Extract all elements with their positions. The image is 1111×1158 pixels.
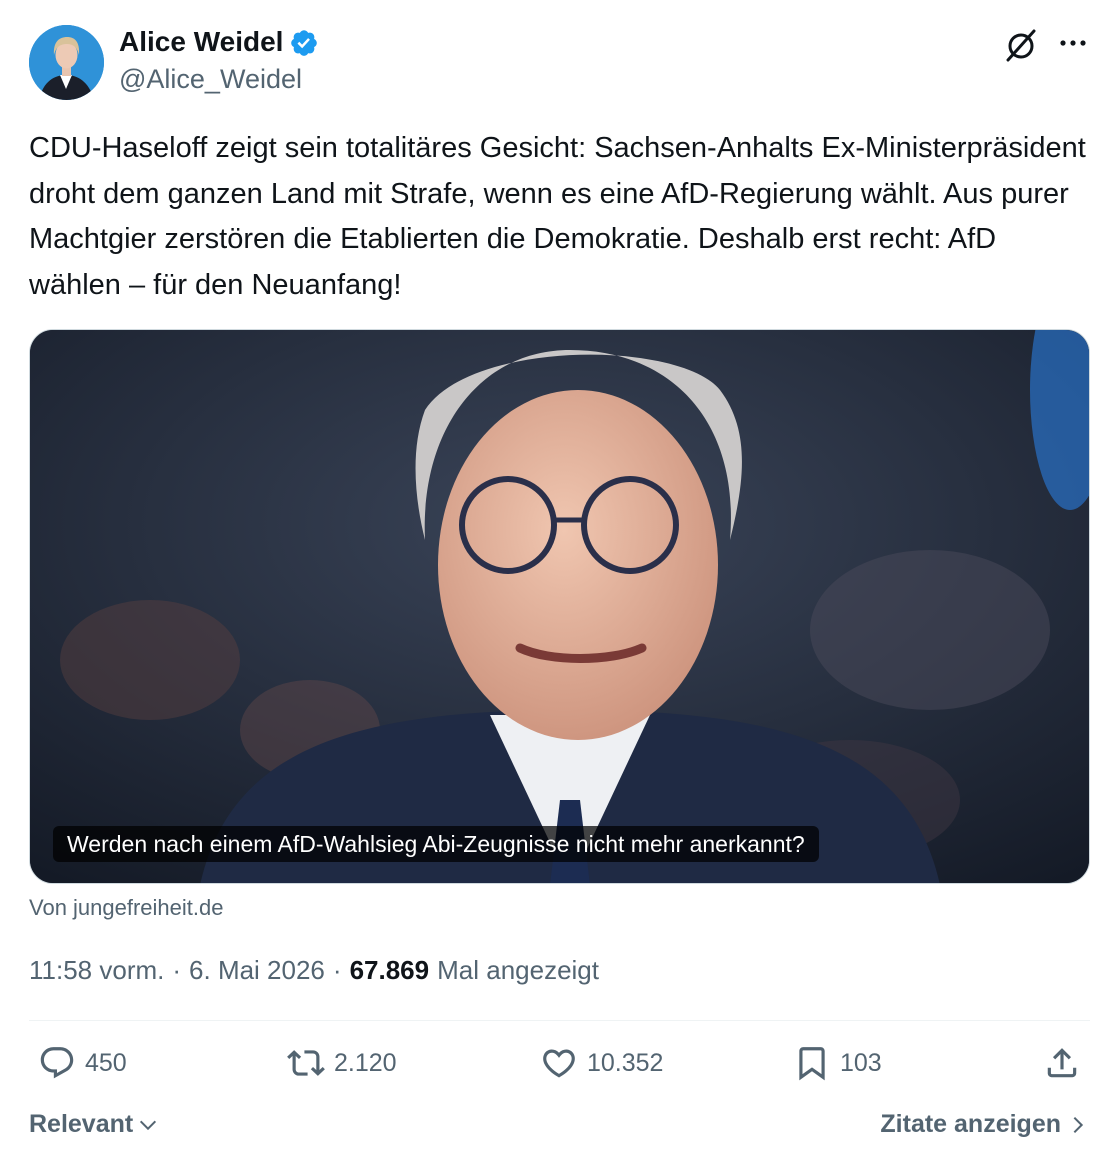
like-count: 10.352 bbox=[587, 1048, 664, 1077]
bookmark-icon bbox=[799, 1047, 825, 1081]
name-row: Alice Weidel bbox=[119, 26, 319, 58]
avatar[interactable] bbox=[29, 25, 104, 100]
reply-icon bbox=[40, 1047, 74, 1079]
sort-label: Relevant bbox=[29, 1110, 134, 1138]
heart-icon bbox=[543, 1049, 575, 1078]
retweet-icon bbox=[287, 1050, 325, 1076]
media-source-link[interactable]: Von jungefreiheit.de bbox=[29, 895, 224, 921]
views-count: 67.869 bbox=[349, 955, 430, 985]
handle[interactable]: @Alice_Weidel bbox=[119, 64, 302, 95]
share-button[interactable] bbox=[1043, 1044, 1081, 1082]
sort-dropdown[interactable]: Relevant bbox=[29, 1110, 159, 1139]
tweet-time[interactable]: 11:58 vorm. bbox=[29, 955, 164, 986]
reply-button[interactable]: 450 bbox=[38, 1044, 127, 1082]
verified-badge-icon bbox=[289, 28, 319, 58]
media-photo bbox=[30, 330, 1089, 883]
avatar-portrait-icon bbox=[29, 25, 104, 100]
tweet-card: Alice Weidel @Alice_Weidel CDU-Haseloff … bbox=[0, 0, 1111, 1158]
tweet-text: CDU-Haseloff zeigt sein totalitäres Gesi… bbox=[29, 132, 1086, 301]
bookmark-button[interactable]: 103 bbox=[793, 1044, 882, 1082]
view-quotes-link[interactable]: Zitate anzeigen bbox=[880, 1110, 1087, 1139]
bookmark-count: 103 bbox=[840, 1048, 882, 1077]
retweet-button[interactable]: 2.120 bbox=[287, 1044, 397, 1082]
media-caption: Werden nach einem AfD-Wahlsieg Abi-Zeugn… bbox=[53, 826, 819, 862]
media-card[interactable]: Werden nach einem AfD-Wahlsieg Abi-Zeugn… bbox=[29, 329, 1090, 884]
tweet-meta: 11:58 vorm. · 6. Mai 2026 · 67.869 Mal a… bbox=[29, 955, 599, 986]
meta-separator: · bbox=[332, 955, 342, 985]
display-name[interactable]: Alice Weidel bbox=[119, 26, 283, 58]
chevron-right-icon bbox=[1073, 1116, 1084, 1133]
grok-icon[interactable] bbox=[1002, 26, 1040, 64]
share-icon bbox=[1047, 1048, 1077, 1078]
tweet-date[interactable]: 6. Mai 2026 bbox=[189, 955, 325, 986]
meta-separator: · bbox=[172, 955, 182, 985]
views-label: Mal angezeigt bbox=[437, 955, 599, 985]
retweet-count: 2.120 bbox=[334, 1048, 397, 1077]
chevron-down-icon bbox=[140, 1120, 157, 1130]
reply-count: 450 bbox=[85, 1048, 127, 1077]
more-options-icon[interactable] bbox=[1058, 36, 1088, 50]
divider bbox=[29, 1020, 1090, 1021]
quotes-label: Zitate anzeigen bbox=[880, 1110, 1061, 1138]
like-button[interactable]: 10.352 bbox=[540, 1044, 663, 1082]
